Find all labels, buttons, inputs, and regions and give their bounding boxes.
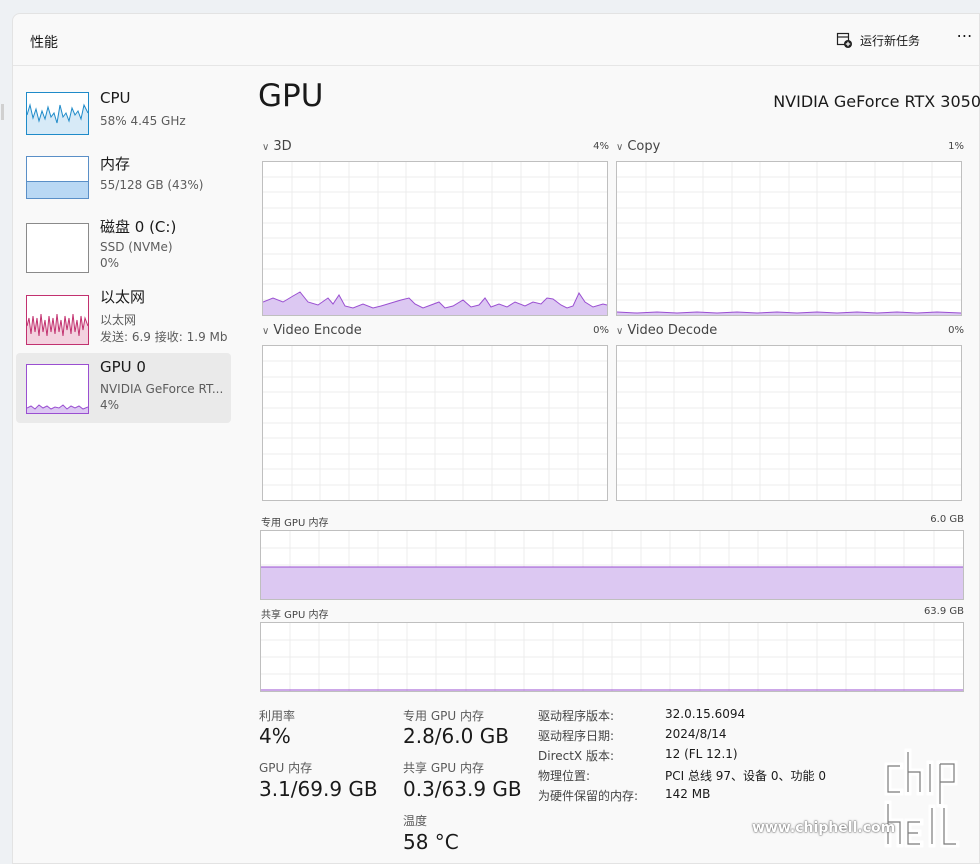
run-new-task-button[interactable]: 运行新任务: [836, 30, 920, 50]
directx-version-label: DirectX 版本:: [538, 749, 615, 763]
sidebar-item-value: 4%: [100, 398, 120, 412]
sidebar-item-detail: 以太网: [100, 313, 137, 327]
graph-max-video-encode: 0%: [593, 325, 609, 336]
watermark-text: www.chiphell.com: [752, 820, 896, 836]
dedicated-memory-max: 6.0 GB: [930, 514, 964, 525]
graph-selector-video-encode[interactable]: ∨ Video Encode: [262, 323, 362, 338]
top-bar: 性能 运行新任务 ⋯: [13, 14, 979, 66]
utilization-label: 利用率: [259, 709, 296, 723]
temperature-label: 温度: [403, 814, 428, 828]
directx-version-value: 12 (FL 12.1): [665, 747, 738, 761]
window-edge-indicator: [1, 104, 4, 120]
sidebar-item-detail: 58% 4.45 GHz: [100, 114, 186, 128]
gpu-memory-label: GPU 内存: [259, 761, 313, 775]
sidebar: CPU 58% 4.45 GHz 内存 55/128 GB (43%) 磁盘 0…: [13, 66, 243, 864]
sidebar-item-value: 0%: [100, 256, 120, 270]
gpu-title: GPU: [258, 78, 324, 114]
gpu-model-name: NVIDIA GeForce RTX 3050: [773, 92, 980, 111]
chevron-down-icon: ∨: [262, 142, 270, 153]
dedicated-memory-label: 专用 GPU 内存: [261, 518, 329, 529]
memory-thumbnail: [26, 156, 89, 199]
more-options-button[interactable]: ⋯: [953, 26, 977, 45]
graph-3d: [262, 161, 608, 316]
sidebar-item-ethernet[interactable]: 以太网 以太网 发送: 6.9 接收: 1.9 Mb: [16, 281, 231, 351]
driver-date-label: 驱动程序日期:: [538, 729, 615, 743]
driver-version-value: 32.0.15.6094: [665, 707, 746, 721]
graph-max-video-decode: 0%: [948, 325, 964, 336]
shared-usage-value: 0.3/63.9 GB: [403, 777, 522, 801]
gpu-memory-value: 3.1/69.9 GB: [259, 777, 378, 801]
cpu-thumbnail: [26, 92, 89, 135]
graph-video-encode: [262, 345, 608, 501]
temperature-value: 58 °C: [403, 830, 459, 854]
graph-selector-video-decode[interactable]: ∨ Video Decode: [616, 323, 717, 338]
dedicated-usage-label: 专用 GPU 内存: [403, 709, 484, 723]
graph-engine-label: Video Encode: [273, 323, 362, 338]
disk-thumbnail: [26, 223, 89, 273]
page-title: 性能: [30, 35, 58, 51]
graph-engine-label: Video Decode: [627, 323, 718, 338]
dedicated-usage-value: 2.8/6.0 GB: [403, 724, 509, 748]
sidebar-item-detail: 55/128 GB (43%): [100, 178, 204, 192]
graph-video-decode: [616, 345, 962, 501]
reserved-memory-label: 为硬件保留的内存:: [538, 789, 639, 803]
sidebar-item-cpu[interactable]: CPU 58% 4.45 GHz: [16, 84, 231, 154]
chevron-down-icon: ∨: [616, 326, 624, 337]
graph-max-copy: 1%: [948, 141, 964, 152]
graph-selector-copy[interactable]: ∨ Copy: [616, 139, 660, 154]
chevron-down-icon: ∨: [262, 326, 270, 337]
sidebar-item-label: 内存: [100, 155, 131, 173]
shared-memory-max: 63.9 GB: [923, 606, 964, 617]
gpu-thumbnail: [26, 364, 89, 414]
graph-copy: [616, 161, 962, 316]
shared-usage-label: 共享 GPU 内存: [403, 761, 484, 775]
reserved-memory-value: 142 MB: [665, 787, 711, 801]
sidebar-item-detail: NVIDIA GeForce RT...: [100, 382, 224, 396]
sidebar-item-disk[interactable]: 磁盘 0 (C:) SSD (NVMe) 0%: [16, 211, 231, 281]
utilization-value: 4%: [259, 724, 291, 748]
chevron-down-icon: ∨: [616, 142, 624, 153]
sidebar-item-label: CPU: [100, 89, 131, 107]
dedicated-memory-graph: [260, 530, 964, 600]
sidebar-item-value: 发送: 6.9 接收: 1.9 Mb: [100, 330, 228, 344]
graph-engine-label: 3D: [273, 139, 292, 154]
chiphell-logo-icon: [884, 748, 960, 848]
driver-date-value: 2024/8/14: [665, 727, 727, 741]
sidebar-item-gpu[interactable]: GPU 0 NVIDIA GeForce RT... 4%: [16, 353, 231, 423]
shared-memory-graph: [260, 622, 964, 692]
sidebar-item-label: 以太网: [100, 288, 146, 306]
task-manager-window: 性能 运行新任务 ⋯ CPU 58% 4.45 GHz 内存 55/128 GB…: [1, 13, 980, 864]
sidebar-item-memory[interactable]: 内存 55/128 GB (43%): [16, 148, 231, 218]
sidebar-item-label: GPU 0: [100, 358, 146, 376]
run-task-label: 运行新任务: [860, 33, 921, 48]
shared-memory-label: 共享 GPU 内存: [261, 610, 329, 621]
physical-location-label: 物理位置:: [538, 769, 591, 783]
graph-max-3d: 4%: [593, 141, 609, 152]
graph-engine-label: Copy: [627, 139, 661, 154]
sidebar-item-detail: SSD (NVMe): [100, 240, 173, 254]
run-task-icon: [836, 32, 852, 48]
site-watermark: www.chiphell.com: [752, 748, 980, 864]
ethernet-thumbnail: [26, 295, 89, 345]
graph-selector-3d[interactable]: ∨ 3D: [262, 139, 292, 154]
sidebar-item-label: 磁盘 0 (C:): [100, 218, 177, 236]
driver-version-label: 驱动程序版本:: [538, 709, 615, 723]
